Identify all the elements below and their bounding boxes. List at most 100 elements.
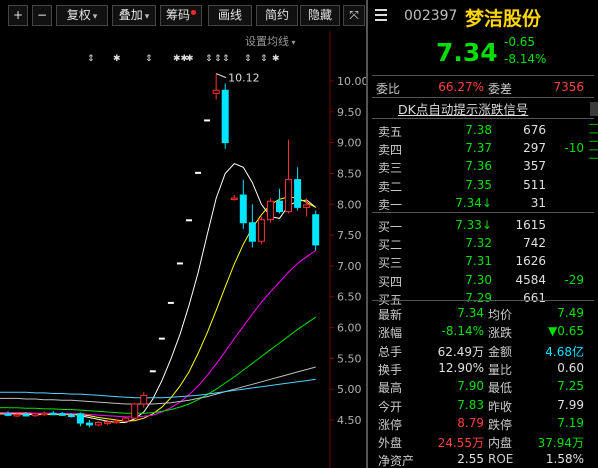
stat-value: 7.34	[457, 306, 484, 320]
weicha-label: 委差	[488, 82, 513, 96]
candle-body	[122, 417, 130, 422]
candle-body	[303, 204, 311, 208]
level-volume: 357	[523, 159, 546, 174]
candle-body	[276, 200, 283, 213]
candle-body	[195, 171, 202, 174]
side-tab-strip[interactable]: ▏▏▏▏▏	[589, 124, 598, 166]
candle-body	[239, 194, 247, 224]
candle-body	[67, 414, 75, 418]
level-volume: 297	[523, 141, 546, 156]
stat-label: 净资产	[378, 454, 415, 468]
y-tick-label: 8.50	[337, 167, 362, 180]
zoom-in-button[interactable]: +	[8, 5, 28, 26]
stat-value: 7.83	[457, 397, 484, 412]
stat-value: 0.60	[557, 360, 584, 375]
overlay-dropdown[interactable]: 叠加	[112, 5, 156, 26]
candle-body	[257, 219, 265, 242]
quote-panel: 002397 梦洁股份 7.34 -0.65 -8.14% 委比 66.27% …	[368, 0, 598, 468]
signal-marker: ⇕	[214, 54, 222, 64]
ma-setting-dropdown[interactable]: 设置均线	[245, 33, 296, 49]
signal-marker: ⇕	[244, 54, 252, 64]
candle-body	[4, 413, 12, 416]
fuquan-label: 复权	[66, 8, 91, 22]
divider	[372, 300, 594, 301]
y-tick-label: 6.00	[337, 322, 362, 335]
stat-value: 7.25	[557, 379, 584, 394]
hide-button[interactable]: 隐藏	[300, 5, 340, 26]
candle-body	[131, 403, 139, 419]
stat-label: 量比	[488, 362, 513, 377]
level-price: 7.29	[465, 290, 492, 305]
candle-body	[266, 200, 274, 221]
ma-line	[8, 316, 316, 414]
menu-icon[interactable]	[375, 9, 387, 23]
candle-body	[40, 412, 48, 416]
stat-label: 跌停	[488, 417, 513, 432]
kline-chart[interactable]: 10.00 9.50 9.00 8.50 8.00 7.50 7.00 6.50 6.00 5.5…	[0, 31, 366, 468]
stat-label: ROE	[488, 452, 514, 467]
last-price: 7.34	[436, 38, 498, 67]
level-price: 7.32	[465, 236, 492, 251]
stat-value: 37.94万	[537, 436, 584, 451]
candle-body	[13, 413, 21, 417]
candle-body	[104, 421, 112, 424]
level-price: 7.38	[465, 123, 492, 137]
stat-value: 12.90%	[438, 360, 484, 375]
stat-label: 最新	[378, 308, 403, 322]
dk-signal-link[interactable]: DK点自动提示涨跌信号	[398, 99, 528, 118]
stat-value: 1.58%	[545, 452, 584, 467]
weibi-value: 66.27%	[438, 80, 484, 94]
side-tab[interactable]	[590, 102, 598, 116]
fuquan-dropdown[interactable]: 复权	[56, 5, 108, 26]
level-label: 买三	[378, 256, 403, 271]
stat-label: 均价	[488, 308, 513, 322]
level-delta: -29	[564, 272, 584, 287]
signal-marker: ✱	[186, 54, 194, 64]
level-volume: 742	[523, 236, 546, 251]
y-tick-label: 9.50	[337, 106, 362, 119]
level-label: 卖三	[378, 161, 403, 176]
zoom-out-button[interactable]: −	[32, 5, 52, 26]
level-label: 卖一	[378, 197, 403, 212]
simple-mode-button[interactable]: 简约	[256, 5, 298, 26]
candle-body	[221, 89, 229, 144]
weicha-value: 7356	[553, 80, 584, 94]
level-label: 卖二	[378, 179, 403, 194]
stat-value: 4.68亿	[545, 344, 584, 359]
candle-body	[85, 422, 93, 426]
y-tick-label: 9.00	[337, 137, 362, 150]
level-volume: 1615	[515, 218, 546, 232]
stat-value: 62.49万	[437, 344, 484, 359]
level-price: 7.30	[465, 272, 492, 287]
candle-body	[158, 337, 165, 340]
price-change: -0.65	[504, 35, 536, 49]
chart-toolbar: + − 复权 叠加 筹码 画线 简约 隐藏 ⤧	[0, 0, 369, 31]
divider	[372, 212, 594, 213]
draw-line-button[interactable]: 画线	[208, 5, 252, 26]
stat-label: 外盘	[378, 436, 403, 451]
stat-value: -8.14%	[441, 324, 484, 339]
level-volume: 4584	[515, 272, 546, 287]
signal-marker: ⇕	[87, 54, 95, 64]
candle-body	[294, 179, 302, 208]
chips-button[interactable]: 筹码	[160, 5, 202, 26]
stat-label: 金额	[488, 344, 513, 359]
expand-icon[interactable]: ⤧	[343, 5, 365, 26]
stock-code: 002397	[404, 8, 458, 24]
stat-label: 最低	[488, 381, 513, 396]
stock-name: 梦洁股份	[465, 8, 542, 30]
notification-dot-icon	[191, 10, 196, 15]
y-tick-label: 5.50	[337, 352, 362, 365]
weibi-label: 委比	[376, 82, 401, 96]
level-price: 7.34↓	[455, 195, 492, 210]
level-volume: 661	[523, 290, 546, 305]
stat-value: 7.19	[557, 415, 584, 430]
candle-body	[204, 119, 211, 122]
price-change-pct: -8.14%	[504, 52, 547, 66]
candle-body	[76, 413, 84, 424]
candle-body	[58, 413, 66, 416]
candle-body	[167, 301, 174, 304]
kline-svg: 10.00 9.50 9.00 8.50 8.00 7.50 7.00 6.50 6.00 5.5…	[0, 31, 366, 468]
candle-body	[49, 412, 57, 416]
signal-marker: ✱	[113, 54, 121, 64]
